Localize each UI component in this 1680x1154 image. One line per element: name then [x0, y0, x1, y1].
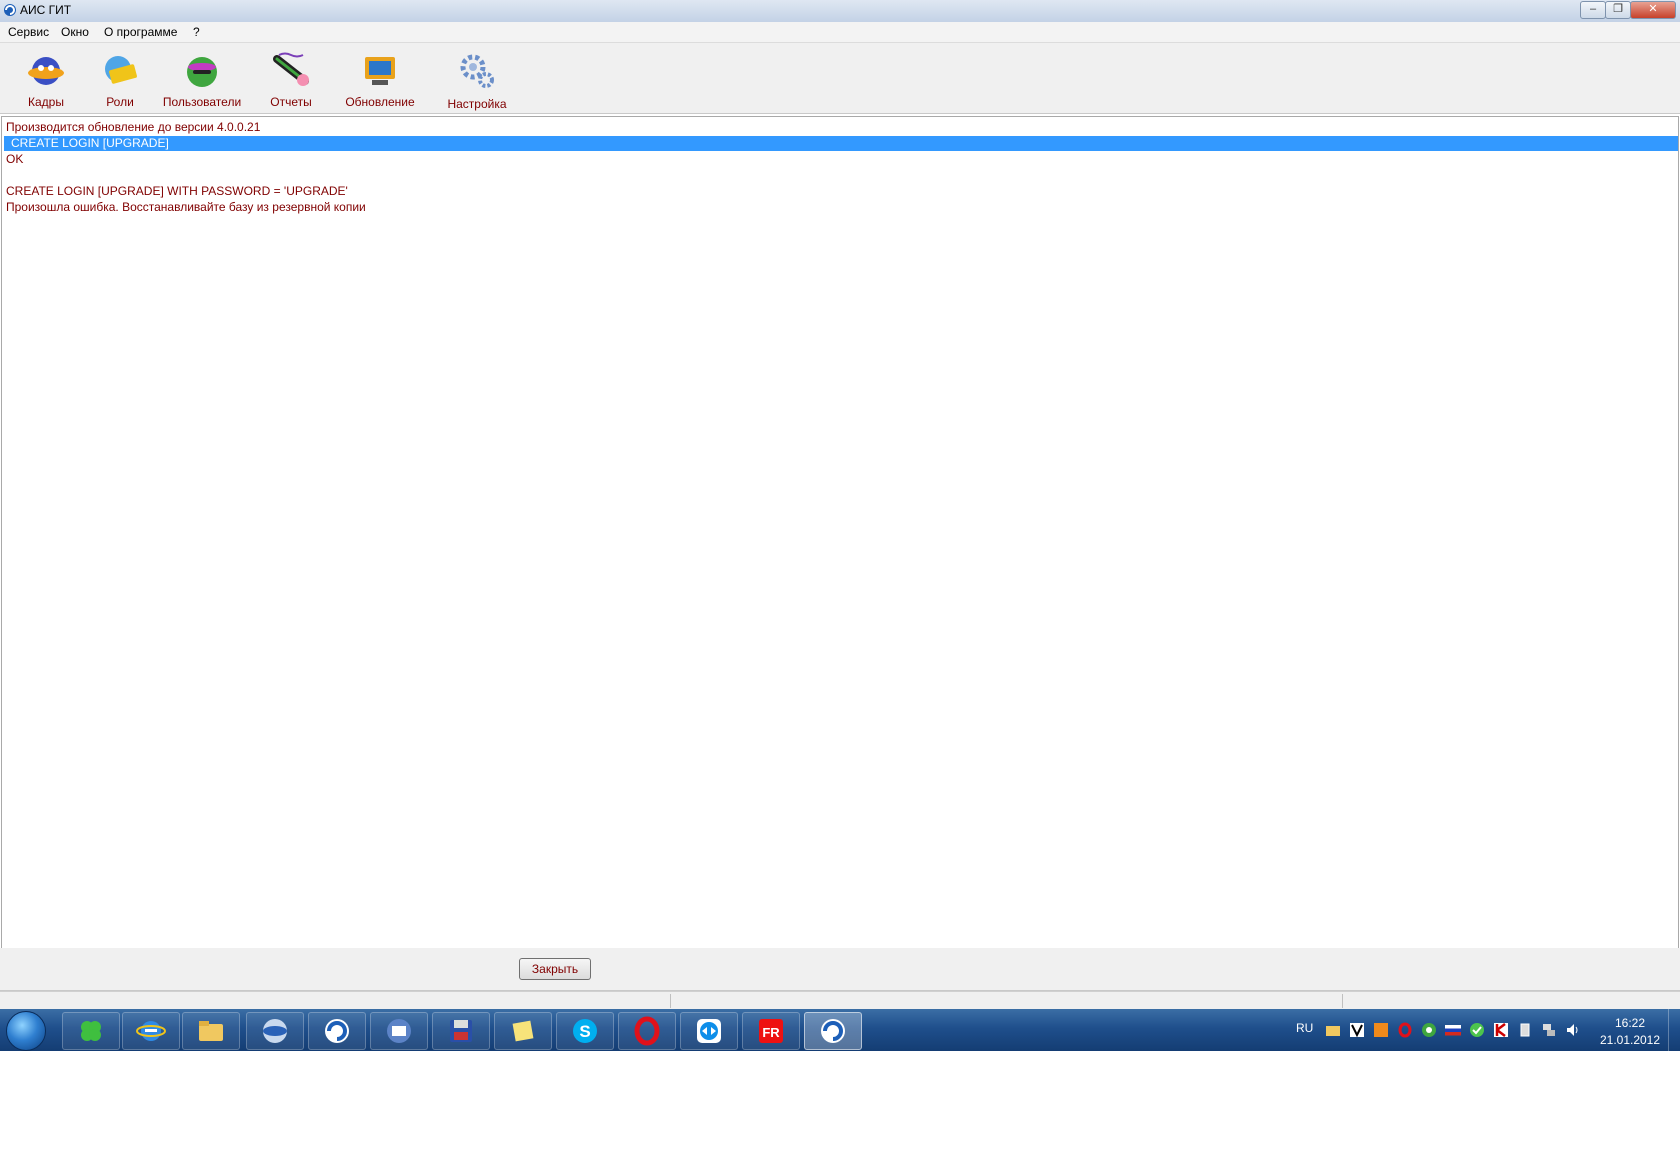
- log-line-selected[interactable]: CREATE LOGIN [UPGRADE]: [4, 136, 1678, 151]
- clock-date[interactable]: 21.01.2012: [1594, 1033, 1666, 1047]
- teamviewer-icon: [697, 1019, 721, 1043]
- toolbar-users-label: Пользователи: [162, 95, 242, 109]
- toolbar-settings-label: Настройка: [447, 97, 507, 111]
- tray-russia-flag-icon[interactable]: [1445, 1022, 1461, 1038]
- taskbar-teamviewer[interactable]: [680, 1012, 738, 1050]
- tray-v-icon[interactable]: [1349, 1022, 1365, 1038]
- tray-kaspersky-icon[interactable]: [1493, 1022, 1509, 1038]
- globe-browser-icon: [263, 1019, 287, 1043]
- skype-glyph: S: [579, 1022, 590, 1041]
- toolbar-staff-label: Кадры: [28, 95, 64, 109]
- app-logo-icon: [4, 4, 16, 16]
- tray-network-folder-icon[interactable]: [1325, 1022, 1341, 1038]
- taskbar-internet-explorer[interactable]: [122, 1012, 180, 1050]
- update-log[interactable]: Производится обновление до версии 4.0.0.…: [1, 116, 1679, 949]
- toolbar-settings-button[interactable]: Настройка: [440, 45, 514, 111]
- minimize-button[interactable]: –: [1580, 1, 1606, 19]
- tray-green-circle-icon[interactable]: [1421, 1022, 1437, 1038]
- start-button[interactable]: [6, 1011, 46, 1051]
- skype-icon: S: [573, 1019, 597, 1043]
- users-icon: [187, 57, 217, 87]
- taskbar-explorer[interactable]: [182, 1012, 240, 1050]
- menu-about[interactable]: О программе: [104, 25, 177, 39]
- status-bar: [0, 991, 1680, 1010]
- show-desktop-button[interactable]: [1668, 1009, 1680, 1051]
- log-line-selected-text: CREATE LOGIN [UPGRADE]: [11, 136, 169, 150]
- tray-network-icon[interactable]: [1541, 1022, 1557, 1038]
- taskbar-mail[interactable]: [370, 1012, 428, 1050]
- window-title: АИС ГИТ: [20, 3, 72, 17]
- toolbar-roles-button[interactable]: Роли: [88, 45, 152, 111]
- tray-volume-icon[interactable]: [1565, 1022, 1581, 1038]
- fr-glyph: FR: [762, 1025, 780, 1040]
- taskbar-sticky-notes[interactable]: [494, 1012, 552, 1050]
- toolbar-reports-button[interactable]: Отчеты: [258, 45, 324, 111]
- log-line: Произошла ошибка. Восстанавливайте базу …: [6, 200, 366, 214]
- reports-icon: [273, 52, 309, 86]
- title-bar: АИС ГИТ – ❐ ✕: [0, 0, 1680, 23]
- taskbar-ais-git-1[interactable]: [308, 1012, 366, 1050]
- sticky-notes-icon: [512, 1020, 534, 1042]
- toolbar-staff-button[interactable]: Кадры: [14, 45, 78, 111]
- menu-window[interactable]: Окно: [61, 25, 89, 39]
- taskbar-fr-app[interactable]: FR: [742, 1012, 800, 1050]
- tray-shield-check-icon[interactable]: [1469, 1022, 1485, 1038]
- floppy-disk-icon: [450, 1020, 472, 1042]
- opera-icon: [634, 1016, 660, 1046]
- toolbar-reports-label: Отчеты: [270, 95, 312, 109]
- toolbar-roles-label: Роли: [106, 95, 134, 109]
- toolbar: Кадры Роли Пользователи Отчеты Обновлени…: [0, 43, 1680, 114]
- toolbar-update-label: Обновление: [345, 95, 415, 109]
- status-separator: [1342, 994, 1343, 1008]
- menu-bar: Сервис Окно О программе ?: [0, 22, 1680, 43]
- toolbar-users-button[interactable]: Пользователи: [158, 45, 246, 111]
- tray-opera-icon[interactable]: [1397, 1022, 1413, 1038]
- log-line: Производится обновление до версии 4.0.0.…: [6, 120, 261, 134]
- clock-time[interactable]: 16:22: [1600, 1016, 1660, 1030]
- app-logo-icon: [821, 1019, 845, 1043]
- folder-icon: [199, 1021, 223, 1041]
- tray-usb-icon[interactable]: [1517, 1022, 1533, 1038]
- restore-button[interactable]: ❐: [1605, 1, 1631, 19]
- toolbar-update-button[interactable]: Обновление: [336, 45, 424, 111]
- internet-explorer-icon: [136, 1021, 166, 1041]
- taskbar-save-app[interactable]: [432, 1012, 490, 1050]
- roles-icon: [105, 56, 137, 84]
- fr-app-icon: FR: [759, 1019, 783, 1043]
- staff-icon: [28, 57, 64, 85]
- update-icon: [365, 57, 395, 85]
- clover-icon: [81, 1021, 101, 1041]
- status-separator: [670, 994, 671, 1008]
- language-indicator[interactable]: RU: [1296, 1021, 1313, 1035]
- taskbar-skype[interactable]: S: [556, 1012, 614, 1050]
- log-line: OK: [6, 152, 24, 166]
- mail-icon: [387, 1019, 411, 1043]
- menu-service[interactable]: Сервис: [8, 25, 49, 39]
- taskbar-ais-git-active[interactable]: [804, 1012, 862, 1050]
- taskbar-opera[interactable]: [618, 1012, 676, 1050]
- menu-help[interactable]: ?: [193, 25, 200, 39]
- taskbar-browser[interactable]: [246, 1012, 304, 1050]
- close-button[interactable]: Закрыть: [519, 958, 591, 980]
- bottom-panel: Закрыть: [0, 948, 1680, 991]
- settings-gear-icon: [460, 54, 494, 88]
- log-line: CREATE LOGIN [UPGRADE] WITH PASSWORD = '…: [6, 184, 348, 198]
- close-window-button[interactable]: ✕: [1630, 1, 1676, 19]
- tray-orange-icon[interactable]: [1373, 1022, 1389, 1038]
- taskbar-clover-app[interactable]: [62, 1012, 120, 1050]
- app-logo-icon: [325, 1019, 349, 1043]
- taskbar: S FR RU 16:22 21.01.2012: [0, 1009, 1680, 1051]
